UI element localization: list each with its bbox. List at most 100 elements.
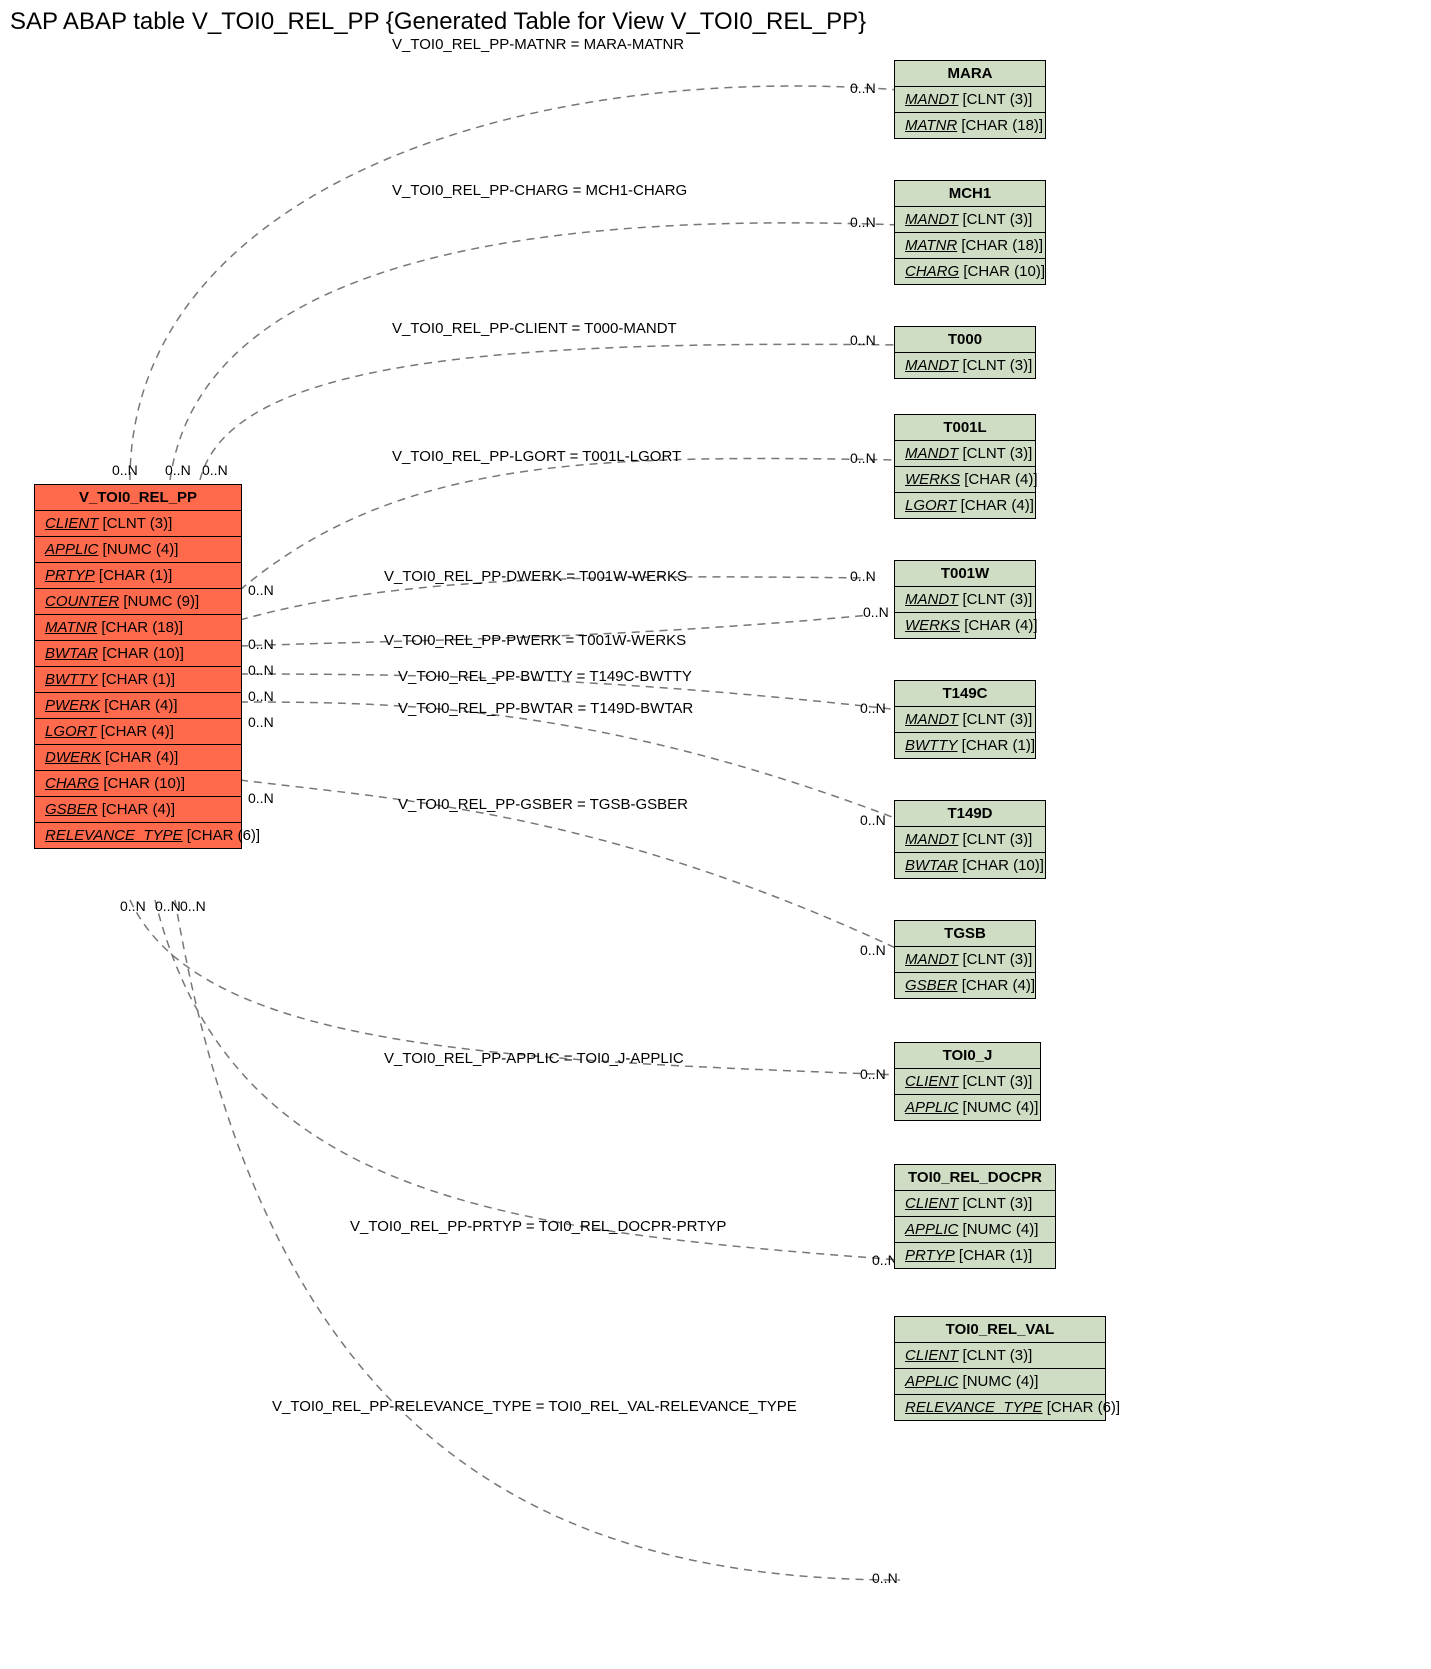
entity-tgsb: TGSB MANDT [CLNT (3)] GSBER [CHAR (4)] [894, 920, 1036, 999]
entity-header: TOI0_REL_VAL [895, 1317, 1105, 1343]
field-type: [CHAR (1)] [102, 671, 175, 688]
field-type: [CHAR (10)] [962, 857, 1044, 874]
entity-t001w: T001W MANDT [CLNT (3)] WERKS [CHAR (4)] [894, 560, 1036, 639]
entity-t001l: T001L MANDT [CLNT (3)] WERKS [CHAR (4)] … [894, 414, 1036, 519]
field-name: MATNR [905, 237, 957, 254]
cardinality: 0..N [248, 582, 274, 598]
field-type: [CLNT (3)] [963, 831, 1033, 848]
relation-label: V_TOI0_REL_PP-GSBER = TGSB-GSBER [398, 796, 688, 813]
field-type: [CLNT (3)] [963, 211, 1033, 228]
field-type: [CHAR (18)] [961, 237, 1043, 254]
field-type: [NUMC (4)] [963, 1099, 1039, 1116]
relation-label: V_TOI0_REL_PP-DWERK = T001W-WERKS [384, 568, 687, 585]
field-name: MANDT [905, 91, 958, 108]
cardinality: 0..N [863, 604, 889, 620]
field-type: [CLNT (3)] [963, 951, 1033, 968]
field-name: CHARG [905, 263, 959, 280]
cardinality: 0..N [112, 462, 138, 478]
field-name: BWTAR [905, 857, 958, 874]
field-name: RELEVANCE_TYPE [905, 1399, 1043, 1416]
field-type: [CHAR (10)] [103, 775, 185, 792]
cardinality: 0..N [202, 462, 228, 478]
entity-header: V_TOI0_REL_PP [35, 485, 241, 511]
field-type: [CHAR (1)] [99, 567, 172, 584]
entity-toi0-rel-docpr: TOI0_REL_DOCPR CLIENT [CLNT (3)] APPLIC … [894, 1164, 1056, 1269]
entity-header: MARA [895, 61, 1045, 87]
entity-header: T000 [895, 327, 1035, 353]
cardinality: 0..N [155, 898, 181, 914]
field-name: MANDT [905, 357, 958, 374]
field-name: APPLIC [905, 1099, 958, 1116]
cardinality: 0..N [850, 450, 876, 466]
field-name: MANDT [905, 951, 958, 968]
cardinality: 0..N [850, 214, 876, 230]
field-name: CLIENT [905, 1073, 958, 1090]
field-name: GSBER [45, 801, 98, 818]
diagram-title: SAP ABAP table V_TOI0_REL_PP {Generated … [10, 8, 866, 36]
cardinality: 0..N [248, 714, 274, 730]
field-type: [CLNT (3)] [963, 1195, 1033, 1212]
field-name: MANDT [905, 211, 958, 228]
relation-label: V_TOI0_REL_PP-PRTYP = TOI0_REL_DOCPR-PRT… [350, 1218, 726, 1235]
field-type: [CHAR (4)] [962, 977, 1035, 994]
field-type: [CHAR (10)] [963, 263, 1045, 280]
field-type: [CLNT (3)] [963, 1347, 1033, 1364]
field-name: APPLIC [905, 1221, 958, 1238]
field-name: APPLIC [45, 541, 98, 558]
field-name: LGORT [45, 723, 96, 740]
field-type: [CHAR (4)] [961, 497, 1034, 514]
field-name: BWTTY [45, 671, 98, 688]
entity-header: T001W [895, 561, 1035, 587]
field-name: RELEVANCE_TYPE [45, 827, 183, 844]
relation-label: V_TOI0_REL_PP-APPLIC = TOI0_J-APPLIC [384, 1050, 684, 1067]
field-type: [NUMC (4)] [103, 541, 179, 558]
field-type: [CHAR (10)] [102, 645, 184, 662]
entity-mch1: MCH1 MANDT [CLNT (3)] MATNR [CHAR (18)] … [894, 180, 1046, 285]
relation-label: V_TOI0_REL_PP-CLIENT = T000-MANDT [392, 320, 677, 337]
field-name: WERKS [905, 471, 960, 488]
field-name: DWERK [45, 749, 101, 766]
field-type: [NUMC (4)] [963, 1221, 1039, 1238]
relation-label: V_TOI0_REL_PP-RELEVANCE_TYPE = TOI0_REL_… [272, 1398, 797, 1415]
entity-header: T149C [895, 681, 1035, 707]
cardinality: 0..N [872, 1570, 898, 1586]
field-name: APPLIC [905, 1373, 958, 1390]
field-name: LGORT [905, 497, 956, 514]
field-name: MANDT [905, 831, 958, 848]
entity-mara: MARA MANDT [CLNT (3)] MATNR [CHAR (18)] [894, 60, 1046, 139]
entity-t149d: T149D MANDT [CLNT (3)] BWTAR [CHAR (10)] [894, 800, 1046, 879]
field-type: [CHAR (6)] [187, 827, 260, 844]
cardinality: 0..N [165, 462, 191, 478]
relation-label: V_TOI0_REL_PP-BWTTY = T149C-BWTTY [398, 668, 692, 685]
field-name: CLIENT [45, 515, 98, 532]
field-type: [CLNT (3)] [963, 445, 1033, 462]
cardinality: 0..N [860, 1066, 886, 1082]
field-type: [CHAR (4)] [105, 749, 178, 766]
cardinality: 0..N [248, 790, 274, 806]
field-name: MANDT [905, 711, 958, 728]
field-name: COUNTER [45, 593, 119, 610]
entity-t000: T000 MANDT [CLNT (3)] [894, 326, 1036, 379]
entity-v-toi0-rel-pp: V_TOI0_REL_PP CLIENT [CLNT (3)] APPLIC [… [34, 484, 242, 849]
entity-header: T001L [895, 415, 1035, 441]
field-name: MATNR [45, 619, 97, 636]
field-name: PRTYP [905, 1247, 955, 1264]
field-type: [CLNT (3)] [963, 711, 1033, 728]
cardinality: 0..N [248, 636, 274, 652]
field-name: BWTAR [45, 645, 98, 662]
field-type: [CLNT (3)] [963, 357, 1033, 374]
field-type: [CLNT (3)] [103, 515, 173, 532]
field-type: [NUMC (9)] [123, 593, 199, 610]
field-name: CLIENT [905, 1347, 958, 1364]
field-name: PWERK [45, 697, 100, 714]
relation-label: V_TOI0_REL_PP-MATNR = MARA-MATNR [392, 36, 684, 53]
field-name: CLIENT [905, 1195, 958, 1212]
field-type: [CHAR (4)] [964, 471, 1037, 488]
field-name: WERKS [905, 617, 960, 634]
field-type: [CHAR (4)] [104, 697, 177, 714]
field-type: [CHAR (1)] [962, 737, 1035, 754]
cardinality: 0..N [120, 898, 146, 914]
field-type: [CHAR (6)] [1047, 1399, 1120, 1416]
cardinality: 0..N [860, 942, 886, 958]
field-type: [CLNT (3)] [963, 591, 1033, 608]
